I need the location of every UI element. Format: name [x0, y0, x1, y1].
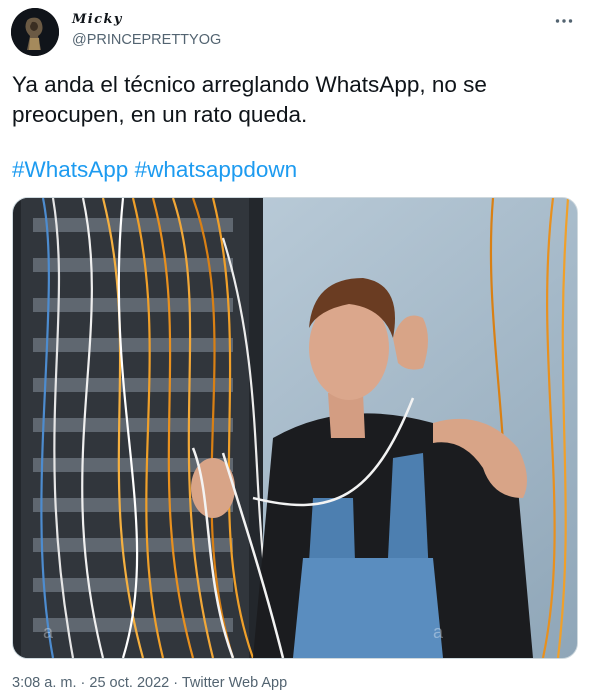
display-name[interactable]: Micky — [72, 12, 123, 27]
hashtag-row: #WhatsApp #whatsappdown — [12, 155, 297, 185]
watermark: a — [43, 622, 54, 642]
tweet-text-line: Ya anda el técnico arreglando WhatsApp, … — [12, 72, 487, 97]
tweet-source[interactable]: Twitter Web App — [182, 675, 287, 691]
tweet-card: Micky @PRINCEPRETTYOG Ya anda el técnico… — [0, 0, 593, 700]
hashtag-whatsapp[interactable]: #WhatsApp — [12, 157, 128, 182]
tweet-media-image[interactable]: a a — [12, 197, 578, 659]
user-handle[interactable]: @PRINCEPRETTYOG — [72, 32, 221, 48]
separator-dot: · — [173, 675, 179, 691]
more-options-button[interactable] — [553, 10, 575, 32]
tweet-time[interactable]: 3:08 a. m. — [12, 675, 76, 691]
tweet-date[interactable]: 25 oct. 2022 — [89, 675, 169, 691]
more-horizontal-icon — [555, 19, 573, 23]
hashtag-whatsappdown[interactable]: #whatsappdown — [135, 157, 298, 182]
separator-dot: · — [80, 675, 86, 691]
watermark: a — [433, 622, 444, 642]
tweet-text: Ya anda el técnico arreglando WhatsApp, … — [12, 70, 572, 130]
server-room-photo: a a — [13, 198, 577, 658]
avatar-image — [11, 8, 59, 56]
avatar[interactable] — [11, 8, 59, 56]
tweet-text-line: preocupen, en un rato queda. — [12, 102, 308, 127]
tweet-metadata: 3:08 a. m. · 25 oct. 2022 · Twitter Web … — [12, 675, 287, 691]
